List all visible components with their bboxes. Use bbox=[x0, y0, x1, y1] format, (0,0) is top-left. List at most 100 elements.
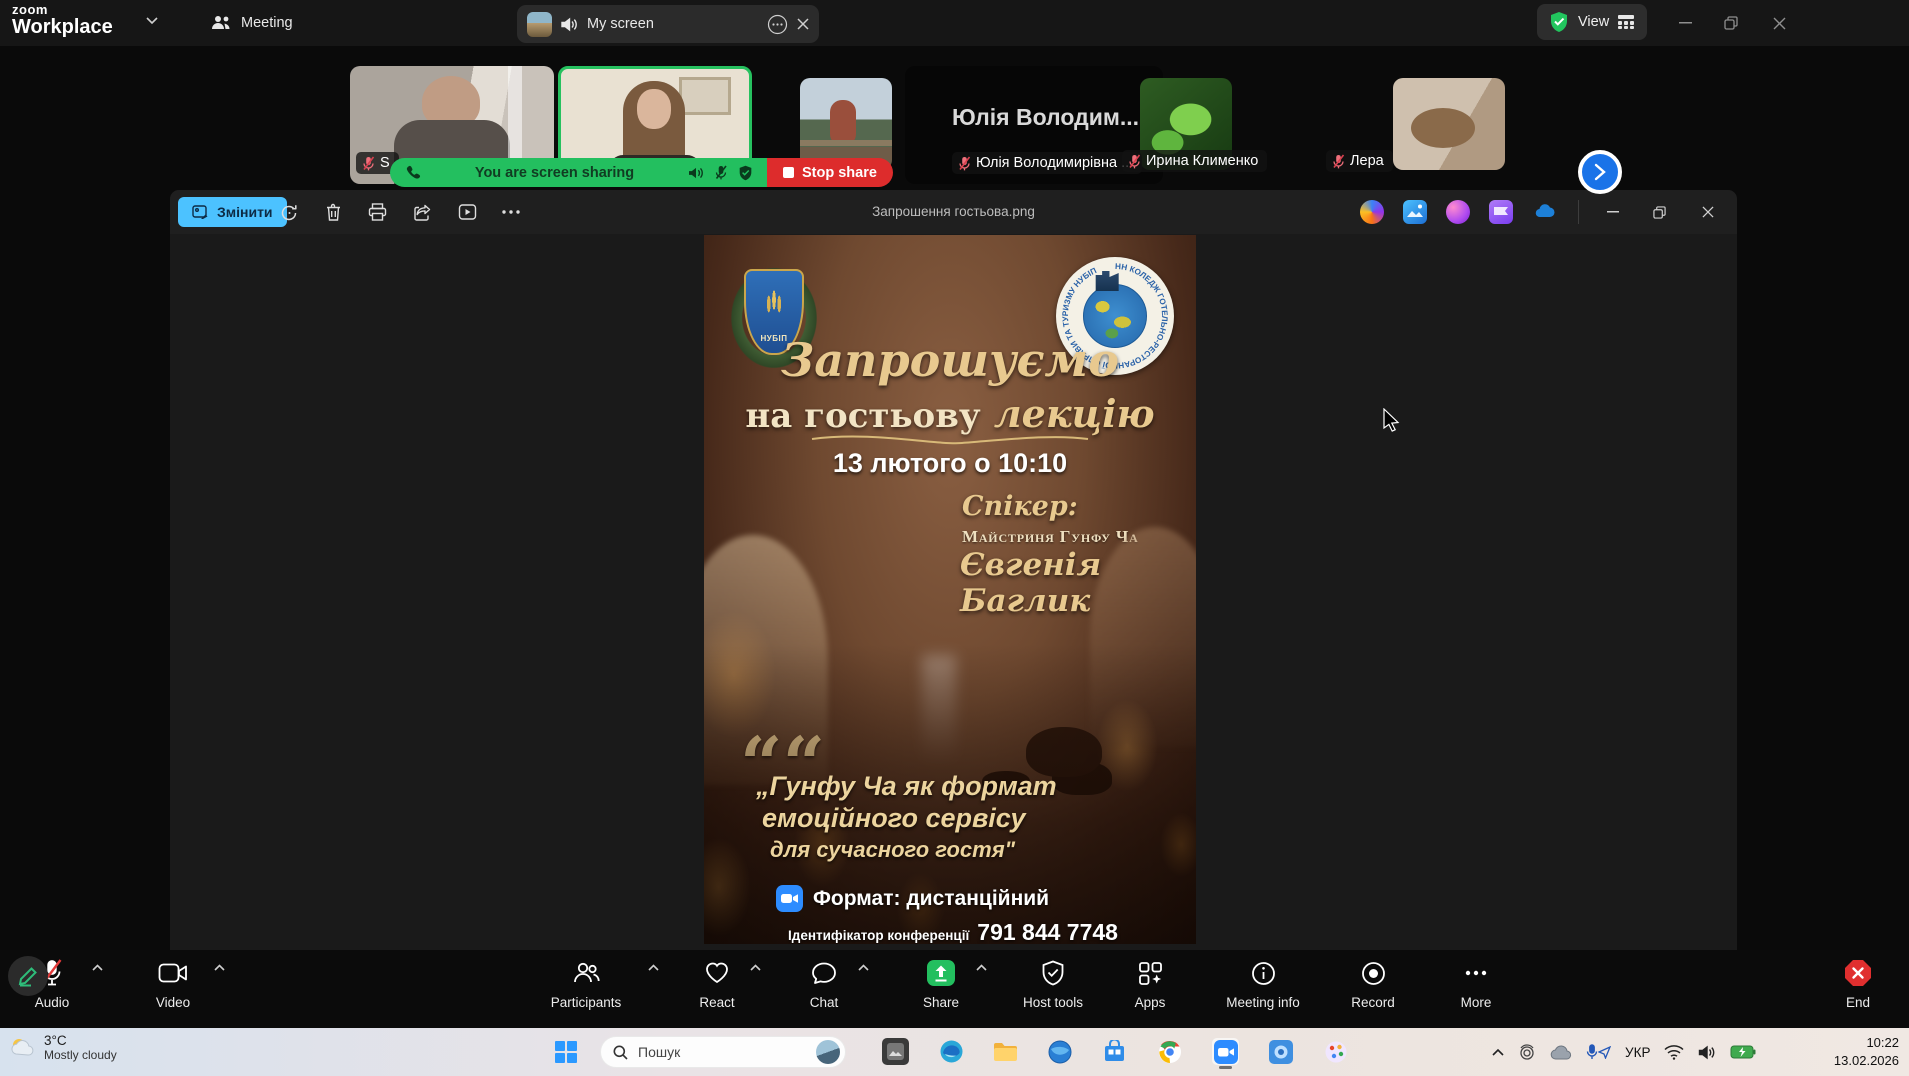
participants-options-chevron[interactable] bbox=[648, 964, 659, 971]
battery-icon[interactable] bbox=[1730, 1045, 1756, 1059]
browser-icon[interactable] bbox=[1046, 1038, 1073, 1065]
apps-label: Apps bbox=[1134, 995, 1166, 1010]
taskbar-clock[interactable]: 10:22 13.02.2026 bbox=[1834, 1034, 1899, 1069]
paint-icon[interactable] bbox=[1322, 1038, 1349, 1065]
react-heart-icon[interactable] bbox=[704, 956, 730, 990]
audio-on-icon[interactable] bbox=[688, 166, 704, 180]
record-control[interactable]: Record bbox=[1340, 956, 1406, 1010]
store-icon[interactable] bbox=[1101, 1038, 1128, 1065]
participants-label: Participants bbox=[550, 995, 622, 1010]
clipchamp-icon[interactable] bbox=[1489, 200, 1513, 224]
react-control[interactable]: React bbox=[688, 956, 746, 1010]
participants-icon[interactable] bbox=[572, 956, 600, 990]
video-options-chevron[interactable] bbox=[214, 964, 225, 971]
viewer-close-button[interactable] bbox=[1697, 201, 1719, 223]
chat-options-chevron[interactable] bbox=[858, 964, 869, 971]
host-tools-control[interactable]: Host tools bbox=[1014, 956, 1092, 1010]
share-options-chevron[interactable] bbox=[976, 964, 987, 971]
designer-icon[interactable] bbox=[1446, 200, 1470, 224]
share-control[interactable]: Share bbox=[912, 956, 970, 1010]
file-explorer-icon[interactable] bbox=[992, 1038, 1019, 1065]
stop-share-button[interactable]: Stop share bbox=[767, 158, 893, 187]
onedrive-tray-icon[interactable] bbox=[1550, 1044, 1572, 1060]
info-icon[interactable] bbox=[1251, 956, 1276, 990]
window-restore-button[interactable] bbox=[1708, 0, 1754, 46]
video-camera-icon[interactable] bbox=[158, 956, 188, 990]
tray-expand-chevron[interactable] bbox=[1492, 1048, 1504, 1056]
shield-icon[interactable] bbox=[738, 165, 753, 181]
start-button[interactable] bbox=[552, 1038, 579, 1065]
edge-icon[interactable] bbox=[938, 1038, 965, 1065]
quote-line: емоційного сервісу bbox=[762, 803, 1026, 833]
react-options-chevron[interactable] bbox=[750, 964, 761, 971]
participants-control[interactable]: Participants bbox=[540, 956, 632, 1010]
security-shield-icon[interactable] bbox=[1549, 11, 1569, 33]
host-tools-shield-icon[interactable] bbox=[1041, 956, 1065, 990]
speaker-icon bbox=[561, 17, 578, 32]
share-screen-icon[interactable] bbox=[926, 956, 956, 990]
more-icon[interactable] bbox=[1465, 956, 1487, 990]
weather-widget[interactable]: 3°C Mostly cloudy bbox=[8, 1033, 117, 1062]
language-indicator[interactable]: УКР bbox=[1625, 1045, 1650, 1060]
speaker-role: Майстриня Гунфу Ча bbox=[962, 527, 1139, 546]
audio-options-chevron[interactable] bbox=[92, 964, 103, 971]
participant-video-tile[interactable] bbox=[1393, 78, 1505, 170]
video-control[interactable]: Video bbox=[140, 956, 206, 1010]
app-tab-bar: zoom Workplace Meeting My screen View bbox=[0, 0, 1909, 46]
onedrive-icon[interactable] bbox=[1533, 200, 1557, 224]
screen-sharing-bar: You are screen sharing Stop share bbox=[390, 158, 893, 187]
search-icon bbox=[613, 1045, 628, 1060]
participant-avatar-tile[interactable] bbox=[800, 78, 892, 170]
apps-control[interactable]: Apps bbox=[1122, 956, 1178, 1010]
record-icon[interactable] bbox=[1361, 956, 1386, 990]
annotation-pencil-icon[interactable] bbox=[8, 956, 48, 996]
copilot-icon[interactable] bbox=[1360, 200, 1384, 224]
viewer-restore-button[interactable] bbox=[1648, 201, 1670, 223]
poster-headline: Запрошуємо bbox=[781, 333, 1119, 387]
viewer-minimize-button[interactable] bbox=[1602, 201, 1624, 223]
stop-icon bbox=[783, 167, 794, 178]
steam bbox=[922, 655, 956, 765]
window-minimize-button[interactable] bbox=[1662, 0, 1708, 46]
poster-datetime: 13 лютого о 10:10 bbox=[832, 448, 1068, 478]
search-highlight-image[interactable] bbox=[816, 1040, 840, 1064]
gallery-icon[interactable] bbox=[1403, 200, 1427, 224]
taskbar-search[interactable]: Пошук bbox=[600, 1036, 846, 1068]
date: 13.02.2026 bbox=[1833, 1052, 1899, 1068]
end-meeting-control[interactable]: End bbox=[1828, 956, 1888, 1010]
windows-taskbar: 3°C Mostly cloudy Пошук УКР 10:22 13.02.… bbox=[0, 1028, 1909, 1076]
time: 10:22 bbox=[1866, 1035, 1899, 1050]
more-control[interactable]: More bbox=[1448, 956, 1504, 1010]
chevron-down-icon[interactable] bbox=[146, 17, 158, 25]
chat-control[interactable]: Chat bbox=[796, 956, 852, 1010]
zoom-meeting-window: zoom Workplace Meeting My screen View Юл… bbox=[0, 0, 1909, 1076]
end-meeting-icon[interactable] bbox=[1844, 956, 1872, 990]
apps-icon[interactable] bbox=[1138, 956, 1163, 990]
weather-condition: Mostly cloudy bbox=[44, 1048, 117, 1062]
end-label: End bbox=[1845, 995, 1871, 1010]
meeting-info-control[interactable]: Meeting info bbox=[1212, 956, 1314, 1010]
chrome-icon[interactable] bbox=[1156, 1038, 1183, 1065]
mouse-cursor bbox=[1383, 408, 1400, 432]
zoom-taskbar-icon[interactable] bbox=[1212, 1038, 1239, 1069]
toolbar-divider bbox=[1578, 200, 1579, 224]
view-button-label: View bbox=[1578, 14, 1610, 30]
view-button[interactable]: View bbox=[1537, 4, 1647, 40]
tab-my-screen[interactable]: My screen bbox=[517, 5, 819, 43]
next-participants-button[interactable] bbox=[1578, 150, 1622, 194]
window-close-button[interactable] bbox=[1756, 0, 1802, 46]
chat-bubble-icon[interactable] bbox=[811, 956, 837, 990]
tray-ring-icon[interactable] bbox=[1518, 1043, 1536, 1061]
record-label: Record bbox=[1351, 995, 1395, 1010]
tab-close-icon[interactable] bbox=[797, 18, 809, 30]
photos-icon[interactable] bbox=[1267, 1038, 1294, 1065]
tab-options-icon[interactable] bbox=[767, 14, 788, 35]
chat-label: Chat bbox=[809, 995, 839, 1010]
volume-icon[interactable] bbox=[1698, 1045, 1716, 1060]
photo-thumbnail-app-icon[interactable] bbox=[882, 1038, 909, 1065]
mic-muted-icon[interactable] bbox=[714, 165, 728, 180]
wifi-icon[interactable] bbox=[1664, 1044, 1684, 1060]
tab-meeting[interactable]: Meeting bbox=[202, 0, 303, 46]
mic-in-use-tray-icon[interactable] bbox=[1586, 1044, 1611, 1060]
invitation-poster-image: НУБІП НН КОЛЕДЖ ГОТЕЛЬНО-РЕСТОРАННОЇ СПР… bbox=[704, 235, 1196, 944]
